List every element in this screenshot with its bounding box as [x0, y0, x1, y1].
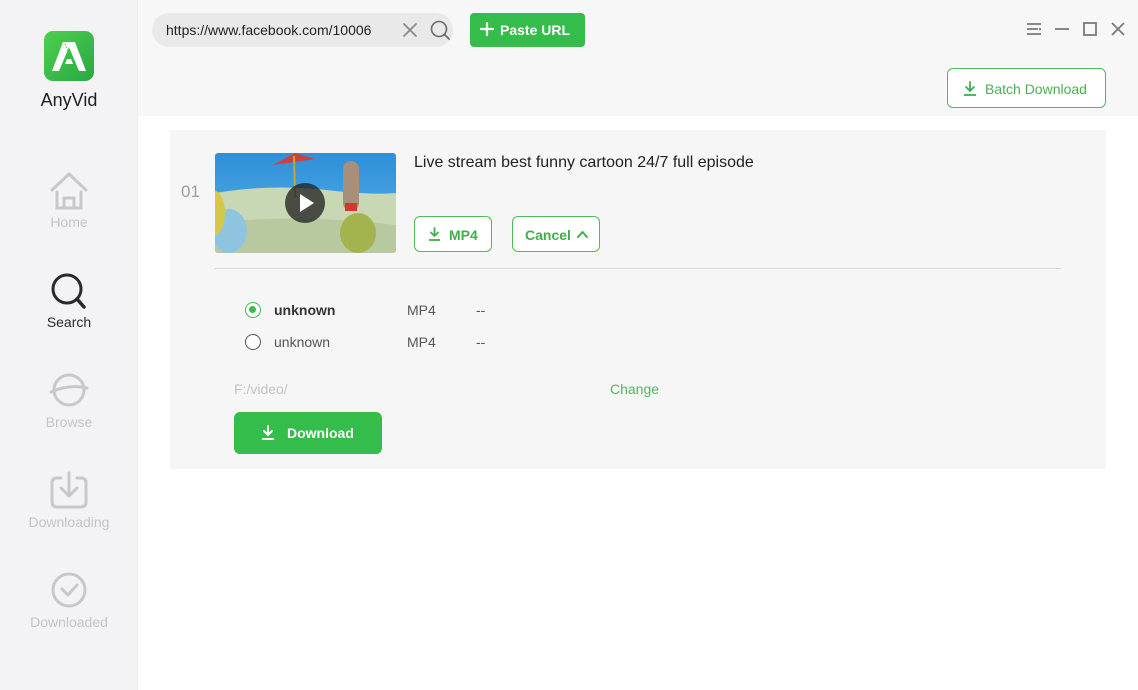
sidebar-item-downloading[interactable]: Downloading: [0, 470, 138, 550]
chevron-up-icon: [577, 231, 588, 238]
sidebar-item-downloaded[interactable]: Downloaded: [0, 570, 138, 650]
download-icon: [262, 425, 274, 440]
radio-button[interactable]: [245, 334, 261, 350]
search-icon: [51, 273, 86, 309]
result-card: 01 Live stream best funny cartoon 24/7 f…: [170, 130, 1106, 469]
cancel-button[interactable]: Cancel: [512, 216, 600, 252]
search-icon[interactable]: [429, 19, 451, 41]
size-label: --: [476, 334, 486, 350]
sidebar-item-home[interactable]: Home: [0, 170, 138, 250]
sidebar-item-label: Home: [50, 214, 88, 230]
minimize-icon[interactable]: [1053, 20, 1071, 38]
change-path-link[interactable]: Change: [610, 381, 659, 397]
logo-a-icon: [52, 42, 86, 72]
play-icon: [300, 194, 314, 212]
mp4-format-label: MP4: [449, 227, 478, 243]
sidebar: AnyVid Home Search Browse Downloading Do…: [0, 0, 138, 690]
result-index: 01: [181, 182, 200, 201]
home-icon: [50, 172, 88, 210]
mp4-format-button[interactable]: MP4: [414, 216, 492, 252]
format-label: MP4: [407, 334, 436, 350]
batch-download-label: Batch Download: [985, 81, 1087, 97]
paste-url-label: Paste URL: [500, 22, 571, 38]
sidebar-item-search[interactable]: Search: [0, 270, 138, 350]
clear-icon[interactable]: [402, 22, 418, 38]
download-icon: [429, 227, 440, 241]
play-button[interactable]: [285, 183, 325, 223]
sidebar-item-label: Downloaded: [30, 614, 108, 630]
cancel-label: Cancel: [525, 227, 571, 243]
top-bar: Paste URL: [138, 0, 1138, 60]
size-label: --: [476, 302, 486, 318]
sidebar-item-browse[interactable]: Browse: [0, 370, 138, 450]
sidebar-item-label: Search: [46, 314, 92, 330]
sidebar-item-label: Downloading: [28, 514, 110, 530]
menu-icon[interactable]: [1025, 20, 1043, 38]
app-name: AnyVid: [40, 90, 98, 110]
download-icon: [964, 81, 976, 96]
quality-option[interactable]: unknown MP4 --: [245, 300, 545, 322]
plus-icon: [480, 22, 494, 36]
video-thumbnail[interactable]: [215, 153, 396, 253]
batch-download-button[interactable]: Batch Download: [947, 68, 1106, 108]
maximize-icon[interactable]: [1081, 20, 1099, 38]
radio-button[interactable]: [245, 302, 261, 318]
action-bar: Batch Download: [138, 60, 1138, 116]
download-button[interactable]: Download: [234, 412, 382, 454]
url-input[interactable]: [166, 13, 386, 47]
close-icon[interactable]: [1109, 20, 1127, 38]
quality-label: unknown: [274, 302, 336, 318]
url-search-box: [152, 13, 453, 47]
paste-url-button[interactable]: Paste URL: [470, 13, 585, 47]
save-path: F:/video/: [234, 381, 288, 397]
quality-label: unknown: [274, 334, 331, 350]
quality-option[interactable]: unknown MP4 --: [245, 332, 545, 354]
divider: [214, 268, 1061, 269]
video-title: Live stream best funny cartoon 24/7 full…: [414, 154, 754, 171]
download-tray-icon: [50, 471, 88, 509]
planet-icon: [49, 373, 89, 407]
download-label: Download: [287, 425, 354, 441]
check-circle-icon: [51, 572, 87, 608]
format-label: MP4: [407, 302, 436, 318]
app-logo: [44, 31, 94, 81]
sidebar-item-label: Browse: [45, 414, 93, 430]
